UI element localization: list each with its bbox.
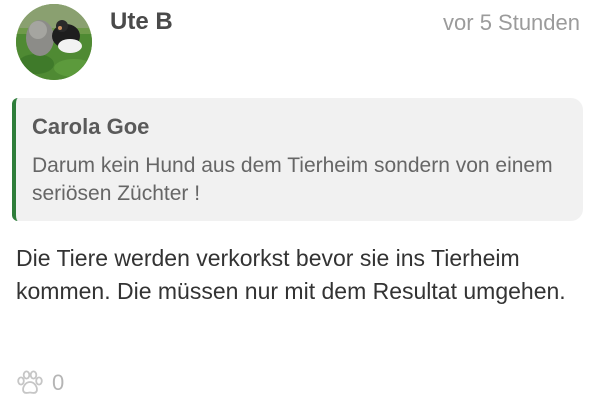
quote-author: Carola Goe: [32, 114, 150, 139]
paw-icon: [16, 370, 44, 396]
quote-text: Darum kein Hund aus dem Tierheim sondern…: [32, 154, 553, 205]
comment-card: Ute B vor 5 Stunden Carola Goe Darum kei…: [0, 0, 596, 400]
quoted-comment: Carola Goe Darum kein Hund aus dem Tierh…: [12, 98, 583, 221]
author-name[interactable]: Ute B: [110, 8, 173, 36]
like-button[interactable]: 0: [16, 368, 64, 398]
like-count: 0: [52, 370, 65, 395]
timestamp: vor 5 Stunden: [443, 10, 580, 35]
comment-body: Die Tiere werden verkorkst bevor sie ins…: [16, 245, 566, 304]
avatar[interactable]: [16, 4, 92, 80]
